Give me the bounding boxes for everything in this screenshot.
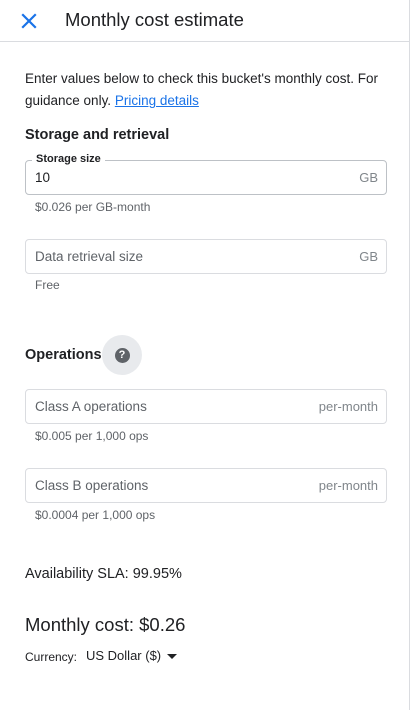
close-button[interactable]: [16, 8, 42, 34]
dropdown-arrow-icon: [167, 653, 178, 659]
operations-section-title: Operations: [25, 347, 102, 363]
panel-header: Monthly cost estimate: [0, 0, 410, 42]
class-b-hint: $0.0004 per 1,000 ops: [35, 508, 156, 522]
currency-dropdown[interactable]: US Dollar ($): [86, 648, 178, 663]
data-retrieval-hint: Free: [35, 278, 60, 292]
operations-help-button[interactable]: ?: [102, 335, 142, 375]
currency-value: US Dollar ($): [86, 648, 162, 663]
intro-description: Enter values below to check this bucket'…: [25, 71, 378, 108]
class-a-input[interactable]: [35, 390, 315, 423]
cost-estimate-panel: Monthly cost estimate Enter values below…: [0, 0, 410, 710]
class-b-field[interactable]: per-month: [25, 468, 387, 503]
data-retrieval-field[interactable]: GB: [25, 239, 387, 274]
data-retrieval-input[interactable]: [35, 240, 315, 273]
panel-title: Monthly cost estimate: [65, 9, 244, 30]
pricing-details-link[interactable]: Pricing details: [115, 93, 199, 108]
storage-size-input[interactable]: [35, 161, 315, 194]
availability-sla: Availability SLA: 99.95%: [25, 566, 182, 582]
class-a-unit: per-month: [318, 399, 378, 414]
class-a-hint: $0.005 per 1,000 ops: [35, 429, 149, 443]
close-icon: [21, 13, 37, 29]
data-retrieval-unit: GB: [359, 249, 378, 264]
storage-section-title: Storage and retrieval: [25, 127, 170, 143]
storage-size-field[interactable]: Storage size GB: [25, 153, 387, 195]
class-a-field[interactable]: per-month: [25, 389, 387, 424]
storage-size-unit: GB: [359, 170, 378, 185]
currency-label: Currency:: [25, 650, 78, 664]
class-b-unit: per-month: [318, 478, 378, 493]
monthly-cost: Monthly cost: $0.26: [25, 614, 186, 635]
intro-text: Enter values below to check this bucket'…: [25, 68, 385, 112]
help-icon: ?: [114, 347, 130, 363]
storage-size-hint: $0.026 per GB-month: [35, 200, 151, 214]
class-b-input[interactable]: [35, 469, 315, 502]
